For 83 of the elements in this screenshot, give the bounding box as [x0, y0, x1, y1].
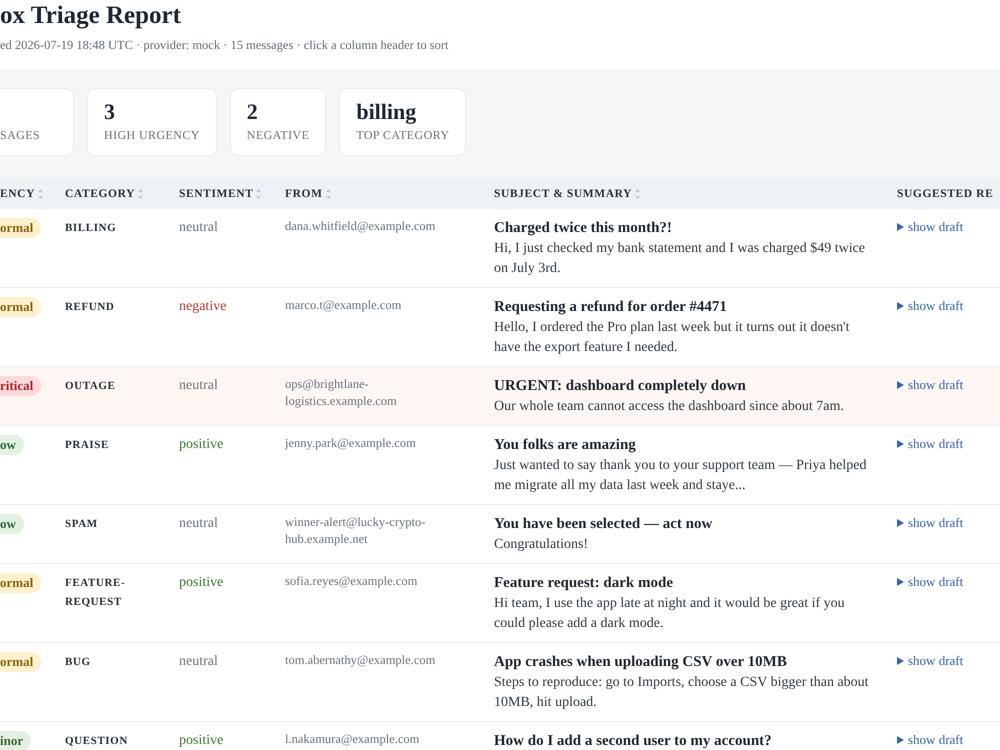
urgency-badge: ormal	[0, 652, 42, 672]
report-title: ox Triage Report	[0, 4, 182, 28]
stat-value: 2	[246, 100, 259, 124]
show-draft-link[interactable]: show draft	[897, 732, 964, 748]
category-label: BUG	[65, 655, 92, 670]
sentiment-label: positive	[179, 575, 224, 590]
stat-label: SAGES	[0, 128, 42, 143]
urgency-badge: ow	[0, 514, 24, 534]
message-subject: URGENT: dashboard completely down	[494, 377, 747, 396]
urgency-badge: ormal	[0, 573, 42, 593]
sentiment-label: neutral	[179, 378, 218, 393]
report-subtitle: ed 2026-07-19 18:48 UTC · provider: mock · 15 messages · click a column header to sort	[0, 38, 450, 53]
caret-icon	[897, 440, 904, 448]
sentiment-label: neutral	[179, 654, 218, 669]
column-header[interactable]: SUBJECT & SUMMARY	[484, 179, 887, 209]
urgency-badge: ow	[0, 435, 24, 455]
sentiment-label: positive	[179, 437, 224, 452]
sort-icon	[326, 189, 331, 199]
message-summary: Hello, I ordered the Pro plan last week but it turns out it doesn't have the export feature I needed.	[494, 319, 851, 357]
column-header[interactable]: CATEGORY	[55, 179, 169, 209]
show-draft-link[interactable]: show draft	[897, 653, 964, 669]
message-summary: Our whole team cannot access the dashboard since about 7am.	[494, 398, 845, 416]
caret-icon	[897, 381, 904, 389]
show-draft-link[interactable]: show draft	[897, 219, 964, 235]
message-subject: Charged twice this month?!	[494, 219, 673, 238]
stat-value: 3	[104, 100, 116, 124]
sender-email: jenny.park@example.com	[285, 435, 417, 452]
column-header[interactable]: ENCY	[0, 179, 55, 209]
message-subject: You folks are amazing	[494, 436, 637, 455]
message-subject: How do I add a second user to my account?	[494, 732, 773, 750]
message-subject: Requesting a refund for order #4471	[494, 298, 728, 317]
sort-icon	[138, 189, 143, 199]
sentiment-label: negative	[179, 299, 226, 314]
message-summary: Just wanted to say thank you to your support team — Priya helped me migrate all my data last week and staye...	[494, 457, 868, 495]
message-summary: Congratulations!	[494, 536, 590, 554]
category-label: BILLING	[65, 221, 118, 236]
column-header[interactable]: FROM	[275, 179, 484, 209]
message-summary: Hi team, I use the app late at night and it would be great if you could please add a dark mode.	[494, 595, 846, 633]
message-summary: Hi, I just checked my bank statement and I was charged $49 twice on July 3rd.	[494, 240, 866, 278]
sort-icon	[38, 189, 43, 199]
column-header[interactable]: SUGGESTED RE	[887, 179, 1000, 209]
urgency-badge: ormal	[0, 218, 42, 238]
sender-email: tom.abernathy@example.com	[285, 652, 436, 669]
message-subject: You have been selected — act now	[494, 515, 714, 534]
sentiment-label: neutral	[179, 516, 218, 531]
category-label: QUESTION	[65, 734, 129, 749]
sender-email: dana.whitfield@example.com	[285, 218, 436, 235]
sort-icon	[256, 189, 262, 199]
stat-label: NEGATIVE	[246, 128, 310, 143]
message-subject: App crashes when uploading CSV over 10MB	[494, 653, 788, 672]
category-label: FEATURE-REQUEST	[65, 576, 126, 610]
sender-email: winner-alert@lucky-crypto-hub.example.net	[285, 514, 426, 548]
show-draft-link[interactable]: show draft	[897, 436, 964, 452]
caret-icon	[897, 736, 904, 744]
sender-email: ops@brightlane-logistics.example.com	[285, 376, 398, 410]
show-draft-link[interactable]: show draft	[897, 298, 964, 314]
column-header[interactable]: SENTIMENT	[169, 179, 275, 209]
show-draft-link[interactable]: show draft	[897, 377, 964, 393]
stat-value: billing	[356, 100, 418, 124]
message-subject: Feature request: dark mode	[494, 574, 674, 593]
caret-icon	[897, 519, 904, 527]
sender-email: marco.t@example.com	[285, 297, 402, 314]
caret-icon	[897, 302, 904, 310]
sentiment-label: neutral	[179, 220, 218, 235]
stat-label: HIGH URGENCY	[104, 128, 200, 143]
sentiment-label: positive	[179, 733, 224, 748]
sender-email: sofia.reyes@example.com	[285, 573, 418, 590]
category-label: PRAISE	[65, 438, 110, 453]
category-label: SPAM	[65, 517, 99, 532]
caret-icon	[897, 578, 904, 586]
show-draft-link[interactable]: show draft	[897, 574, 964, 590]
message-summary: Steps to reproduce: go to Imports, choose a CSV bigger than about 10MB, hit upload.	[494, 674, 870, 712]
caret-icon	[897, 223, 904, 231]
caret-icon	[897, 657, 904, 665]
category-label: OUTAGE	[65, 379, 116, 394]
urgency-badge: inor	[0, 731, 32, 750]
sender-email: l.nakamura@example.com	[285, 731, 420, 748]
show-draft-link[interactable]: show draft	[897, 515, 964, 531]
stat-label: TOP CATEGORY	[356, 128, 450, 143]
urgency-badge: ormal	[0, 297, 42, 317]
sort-icon	[635, 189, 640, 199]
urgency-badge: ritical	[0, 376, 42, 396]
category-label: REFUND	[65, 300, 116, 315]
